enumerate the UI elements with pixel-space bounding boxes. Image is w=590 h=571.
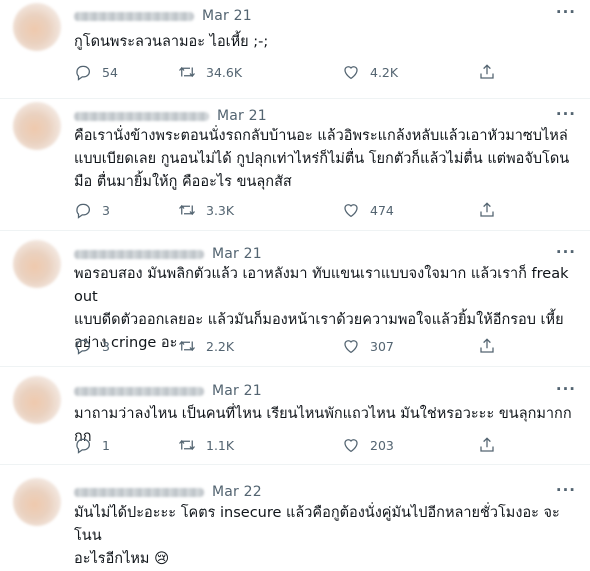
- reply-icon: [76, 339, 91, 355]
- blurred-username[interactable]: [74, 386, 204, 396]
- like-count: 4.2K: [370, 64, 399, 80]
- tweet-text: มันไม่ได้ปะอะะะ โคตร insecure แล้วคือกูต…: [74, 505, 560, 567]
- tweet-date[interactable]: Mar 21: [217, 108, 267, 124]
- tweet-header: Mar 21: [74, 244, 550, 264]
- blurred-username[interactable]: [74, 487, 204, 497]
- tweet[interactable]: Mar 21 ··· คือเรานั่งข้างพระตอนนั่งรถกลั…: [0, 98, 590, 231]
- tweet-text: กูโดนพระลวนลามอะ ไอเหี้ย ;-;: [74, 34, 269, 50]
- tweet-header: Mar 21: [74, 381, 550, 401]
- like-count: 307: [370, 338, 394, 354]
- reply-icon: [76, 438, 91, 454]
- retweet-icon: [179, 66, 195, 78]
- tweet-header: Mar 21: [74, 106, 550, 126]
- blurred-username[interactable]: [74, 11, 194, 21]
- like-button[interactable]: 4.2K: [342, 63, 398, 81]
- like-icon: [344, 204, 358, 218]
- reply-icon: [76, 203, 91, 219]
- retweet-button[interactable]: 34.6K: [178, 63, 242, 81]
- like-button[interactable]: 203: [342, 436, 394, 454]
- retweet-count: 2.2K: [206, 338, 235, 354]
- tweet[interactable]: Mar 22 ··· มันไม่ได้ปะอะะะ โคตร insecure…: [0, 464, 590, 567]
- avatar[interactable]: [13, 478, 61, 526]
- retweet-icon: [179, 439, 195, 451]
- reply-button[interactable]: 54: [74, 63, 118, 81]
- share-button[interactable]: [478, 337, 496, 355]
- share-button[interactable]: [478, 63, 496, 81]
- tweet-actions: 54 34.6K 4.2K: [74, 63, 494, 83]
- more-icon[interactable]: ···: [556, 243, 576, 261]
- reply-count: 3: [102, 202, 110, 218]
- tweet[interactable]: Mar 21 ··· กูโดนพระลวนลามอะ ไอเหี้ย ;-; …: [0, 0, 590, 99]
- like-button[interactable]: 307: [342, 337, 394, 355]
- like-count: 474: [370, 202, 394, 218]
- more-icon[interactable]: ···: [556, 3, 576, 21]
- reply-button[interactable]: 3: [74, 201, 110, 219]
- avatar[interactable]: [13, 3, 61, 51]
- like-button[interactable]: 474: [342, 201, 394, 219]
- reply-icon: [76, 65, 91, 81]
- more-icon[interactable]: ···: [556, 481, 576, 499]
- share-icon: [480, 202, 494, 217]
- retweet-button[interactable]: 1.1K: [178, 436, 234, 454]
- retweet-button[interactable]: 3.3K: [178, 201, 234, 219]
- reply-button[interactable]: 3: [74, 337, 110, 355]
- reply-button[interactable]: 1: [74, 436, 110, 454]
- retweet-icon: [179, 204, 195, 216]
- share-button[interactable]: [478, 201, 496, 219]
- retweet-count: 1.1K: [206, 437, 235, 453]
- reply-count: 54: [102, 64, 118, 80]
- tweet-thread: Mar 21 ··· กูโดนพระลวนลามอะ ไอเหี้ย ;-; …: [0, 0, 590, 567]
- tweet-header: Mar 21: [74, 6, 550, 26]
- tweet-text: คือเรานั่งข้างพระตอนนั่งรถกลับบ้านอะ แล้…: [74, 128, 570, 190]
- retweet-count: 3.3K: [206, 202, 235, 218]
- tweet-header: Mar 22: [74, 482, 550, 502]
- like-icon: [344, 340, 358, 354]
- retweet-count: 34.6K: [206, 64, 243, 80]
- avatar[interactable]: [13, 376, 61, 424]
- more-icon[interactable]: ···: [556, 105, 576, 123]
- retweet-icon: [179, 340, 195, 352]
- tweet-actions: 3 3.3K 474: [74, 201, 494, 221]
- tweet-date[interactable]: Mar 21: [212, 383, 262, 399]
- tweet[interactable]: Mar 21 ··· มาถามว่าลงไหน เป็นคนที่ไหน เร…: [0, 366, 590, 465]
- like-count: 203: [370, 437, 394, 453]
- avatar[interactable]: [13, 240, 61, 288]
- tweet-actions: 1 1.1K 203: [74, 436, 494, 456]
- more-icon[interactable]: ···: [556, 380, 576, 398]
- tweet-date[interactable]: Mar 22: [212, 484, 262, 500]
- blurred-username[interactable]: [74, 111, 209, 121]
- like-icon: [344, 66, 358, 80]
- tweet[interactable]: Mar 21 ··· พอรอบสอง มันพลิกตัวแล้ว เอาหล…: [0, 230, 590, 367]
- share-button[interactable]: [478, 436, 496, 454]
- blurred-username[interactable]: [74, 249, 204, 259]
- tweet-actions: 3 2.2K 307: [74, 337, 494, 357]
- tweet-date[interactable]: Mar 21: [202, 8, 252, 24]
- reply-count: 1: [102, 437, 110, 453]
- avatar[interactable]: [13, 102, 61, 150]
- share-icon: [480, 64, 494, 79]
- share-icon: [480, 338, 494, 353]
- reply-count: 3: [102, 338, 110, 354]
- like-icon: [344, 439, 358, 453]
- retweet-button[interactable]: 2.2K: [178, 337, 234, 355]
- share-icon: [480, 437, 494, 452]
- tweet-date[interactable]: Mar 21: [212, 246, 262, 262]
